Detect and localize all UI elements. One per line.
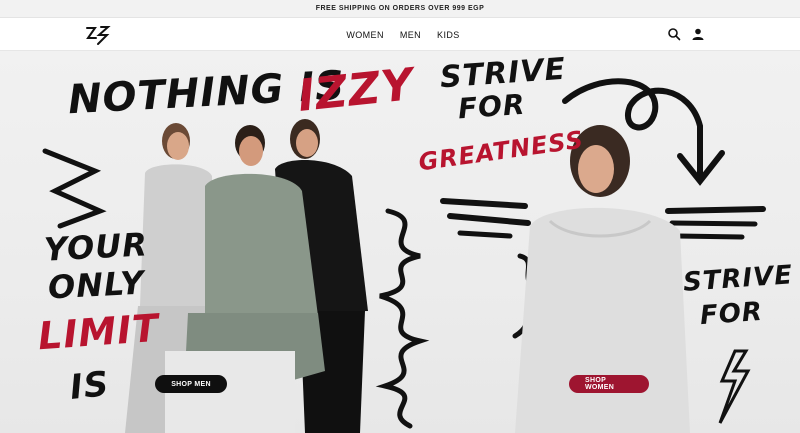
nav-kids[interactable]: KIDS [437,30,460,40]
is-text: IS [68,364,112,408]
site-header: WOMEN MEN KIDS [0,18,800,51]
strive-right-line-1: STRIVE [682,260,794,298]
your-text: YOUR [43,225,149,269]
search-icon[interactable] [667,27,681,41]
headline-izzy: IZZY [295,59,417,122]
announcement-bar: FREE SHIPPING ON ORDERS OVER 999 EGP [0,0,800,18]
nav-men[interactable]: MEN [400,30,421,40]
shop-men-button[interactable]: SHOP MEN [155,375,227,393]
limit-text: LIMIT [36,305,161,359]
shop-women-button[interactable]: SHOP WOMEN [569,375,649,393]
hero-banner: NOTHING IS IZZY STRIVE FOR GREATNESS YOU… [0,51,800,433]
strive-right-line-2: FOR [699,296,764,332]
nav-women[interactable]: WOMEN [346,30,384,40]
strive-top-line-2: FOR [456,87,527,126]
lightning-bolt-icon [718,349,751,424]
account-icon[interactable] [691,27,705,41]
only-text: ONLY [47,263,146,307]
brand-logo-icon[interactable] [84,23,112,47]
strive-top-line-1: STRIVE [438,51,568,96]
announcement-text: FREE SHIPPING ON ORDERS OVER 999 EGP [315,5,485,12]
